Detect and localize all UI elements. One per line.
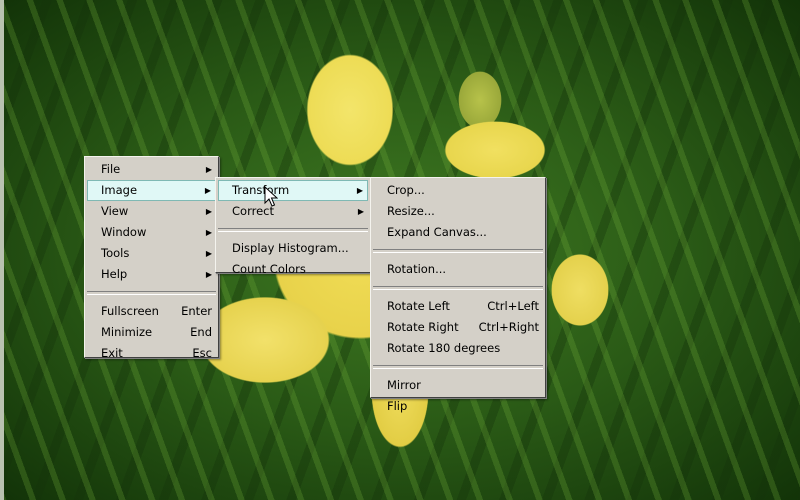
main-context-menu: File ▶ Image ▶ View ▶ Window ▶ Tools ▶ Help ▶ … (84, 156, 219, 360)
menu-item-label: Expand Canvas... (387, 225, 487, 239)
menu-item-image[interactable]: Image ▶ (87, 180, 216, 201)
menu-item-label: Crop... (387, 183, 425, 197)
submenu-arrow-icon: ▶ (205, 165, 212, 174)
window-frame-edge (0, 0, 4, 500)
menu-item-rotate-180[interactable]: Rotate 180 degrees (373, 338, 543, 359)
menu-separator (87, 291, 216, 295)
menu-separator (218, 228, 368, 232)
menu-item-rotate-right[interactable]: Rotate Right Ctrl+Right (373, 317, 543, 338)
menu-item-label: File (101, 162, 121, 176)
menu-item-label: Flip (387, 399, 408, 413)
menu-item-label: Resize... (387, 204, 435, 218)
menu-item-flip[interactable]: Flip (373, 396, 543, 417)
menu-item-exit[interactable]: Exit Esc (87, 343, 216, 364)
menu-item-label: Window (101, 225, 147, 239)
menu-item-display-histogram[interactable]: Display Histogram... (218, 238, 368, 259)
menu-item-transform[interactable]: Transform ▶ (218, 180, 368, 201)
menu-item-minimize[interactable]: Minimize End (87, 322, 216, 343)
submenu-arrow-icon: ▶ (205, 228, 212, 237)
submenu-arrow-icon: ▶ (205, 270, 212, 279)
menu-item-help[interactable]: Help ▶ (87, 264, 216, 285)
submenu-arrow-icon: ▶ (205, 249, 212, 258)
menu-item-label: Rotation... (387, 262, 447, 276)
submenu-arrow-icon: ▶ (356, 186, 363, 195)
menu-item-label: Mirror (387, 378, 421, 392)
menu-item-tools[interactable]: Tools ▶ (87, 243, 216, 264)
menu-item-mirror[interactable]: Mirror (373, 375, 543, 396)
menu-item-label: Image (101, 183, 138, 197)
menu-item-window[interactable]: Window ▶ (87, 222, 216, 243)
menu-item-count-colors[interactable]: Count Colors (218, 259, 368, 280)
menu-item-label: Rotate Left (387, 299, 450, 313)
menu-item-file[interactable]: File ▶ (87, 159, 216, 180)
submenu-arrow-icon: ▶ (205, 207, 212, 216)
menu-item-label: Display Histogram... (232, 241, 349, 255)
menu-item-label: Transform (232, 183, 290, 197)
shortcut-label: Enter (181, 304, 212, 318)
menu-item-label: Minimize (101, 325, 153, 339)
submenu-arrow-icon: ▶ (204, 186, 211, 195)
menu-separator (373, 249, 543, 253)
menu-item-label: Rotate 180 degrees (387, 341, 501, 355)
menu-separator (373, 286, 543, 290)
menu-item-crop[interactable]: Crop... (373, 180, 543, 201)
menu-item-label: Help (101, 267, 128, 281)
transform-submenu: Crop... Resize... Expand Canvas... Rotat… (370, 177, 546, 413)
shortcut-label: Ctrl+Left (487, 299, 539, 313)
menu-item-label: Fullscreen (101, 304, 159, 318)
menu-item-rotation[interactable]: Rotation... (373, 259, 543, 280)
menu-item-correct[interactable]: Correct ▶ (218, 201, 368, 222)
menu-item-view[interactable]: View ▶ (87, 201, 216, 222)
menu-item-fullscreen[interactable]: Fullscreen Enter (87, 301, 216, 322)
image-submenu: Transform ▶ Correct ▶ Display Histogram...… (215, 177, 371, 276)
shortcut-label: Esc (192, 346, 212, 360)
submenu-arrow-icon: ▶ (357, 207, 364, 216)
shortcut-label: Ctrl+Right (478, 320, 539, 334)
menu-item-rotate-left[interactable]: Rotate Left Ctrl+Left (373, 296, 543, 317)
menu-separator (373, 365, 543, 369)
shortcut-label: End (190, 325, 212, 339)
menu-item-resize[interactable]: Resize... (373, 201, 543, 222)
menu-item-label: Rotate Right (387, 320, 459, 334)
menu-item-expand-canvas[interactable]: Expand Canvas... (373, 222, 543, 243)
menu-item-label: View (101, 204, 129, 218)
menu-item-label: Tools (101, 246, 130, 260)
mouse-cursor-icon (264, 186, 278, 207)
menu-item-label: Exit (101, 346, 123, 360)
menu-item-label: Count Colors (232, 262, 306, 276)
